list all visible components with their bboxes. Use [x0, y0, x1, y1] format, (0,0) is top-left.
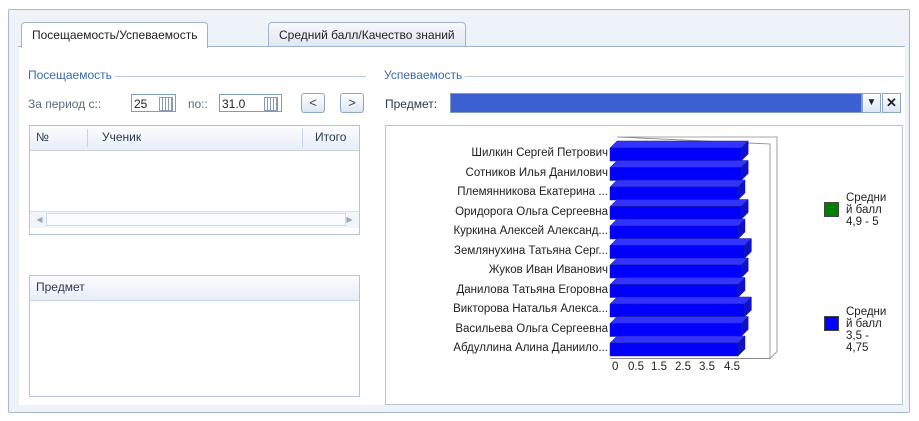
scroll-thumb[interactable] — [46, 213, 346, 226]
period-from-value: 25 — [134, 97, 148, 111]
attendance-table-header: № Ученик Итого — [30, 126, 359, 151]
chart-bar-top — [609, 335, 746, 344]
period-to-label: по:: — [188, 97, 208, 111]
chart-bar-top — [609, 199, 749, 207]
next-period-button[interactable]: > — [340, 93, 364, 113]
chart-bar — [609, 342, 739, 357]
tab-attendance-performance[interactable]: Посещаемость/Успеваемость — [21, 22, 209, 48]
chart-bar — [609, 225, 739, 240]
column-total[interactable]: Итого — [315, 126, 346, 148]
chart-bar — [609, 303, 745, 318]
chart-tick-label: 0 — [612, 360, 619, 373]
period-to-value: 31.0 — [222, 97, 246, 111]
chart-bar — [609, 186, 739, 201]
chart-bar — [609, 264, 742, 279]
legend-swatch — [824, 202, 839, 217]
chart-bar-top — [609, 160, 749, 168]
chart-tick-label: 1.5 — [651, 360, 667, 373]
subject-table[interactable]: Предмет — [29, 275, 360, 397]
legend-label: Средни й балл 4,9 - 5 — [846, 192, 887, 228]
subject-table-header: Предмет — [30, 276, 359, 301]
chart-plot — [609, 136, 778, 360]
chart-bar-top — [609, 296, 753, 305]
horizontal-scrollbar[interactable]: ◀ ▶ — [30, 211, 359, 228]
chart-bar — [609, 284, 739, 298]
column-student[interactable]: Ученик — [102, 126, 141, 148]
dropdown-arrow-icon[interactable]: ▼ — [862, 93, 881, 113]
attendance-group-title: Посещаемость — [28, 68, 115, 82]
performance-chart: Шилкин Сергей Петрович Сотников Илья Дани… — [385, 125, 903, 405]
chart-bar-top — [609, 238, 753, 246]
column-number[interactable]: № — [36, 126, 49, 148]
scroll-right-icon[interactable]: ▶ — [342, 212, 357, 227]
calendar-icon[interactable] — [159, 97, 173, 111]
subject-label: Предмет: — [385, 97, 438, 111]
legend-label: Средни й балл 3,5 - 4,75 — [846, 306, 887, 354]
tab-average-quality[interactable]: Средний балл/Качество знаний — [268, 22, 466, 47]
clear-icon[interactable]: ✕ — [882, 93, 901, 113]
chart-tick-label: 0.5 — [628, 360, 644, 373]
chart-tick-label: 3.5 — [699, 360, 715, 373]
attendance-table[interactable]: № Ученик Итого ◀ ▶ — [29, 125, 360, 235]
chart-bar — [609, 245, 745, 259]
subject-select-value — [451, 94, 454, 108]
column-subject[interactable]: Предмет — [36, 276, 85, 298]
column-separator — [302, 129, 303, 147]
period-from-label: За период с:: — [28, 97, 102, 111]
column-separator — [87, 129, 88, 147]
chart-tick-label: 2.5 — [675, 360, 691, 373]
chart-bar — [609, 323, 742, 337]
chart-bar-top — [609, 316, 749, 324]
chart-bar-top — [609, 257, 749, 266]
chart-bar — [609, 147, 742, 162]
scroll-left-icon[interactable]: ◀ — [32, 212, 47, 227]
chart-tick-label: 4.5 — [724, 360, 740, 373]
legend-swatch — [824, 316, 839, 331]
subject-select[interactable] — [450, 93, 862, 113]
chart-bar — [609, 167, 742, 181]
chart-bar-top — [609, 218, 746, 227]
chart-bar — [609, 206, 742, 220]
performance-group-title: Успеваемость — [384, 68, 466, 82]
chart-bar-top — [609, 277, 746, 285]
prev-period-button[interactable]: < — [301, 93, 325, 113]
chart-bar-top — [609, 140, 749, 149]
calendar-icon[interactable] — [264, 97, 278, 111]
chart-bar-top — [609, 179, 746, 188]
